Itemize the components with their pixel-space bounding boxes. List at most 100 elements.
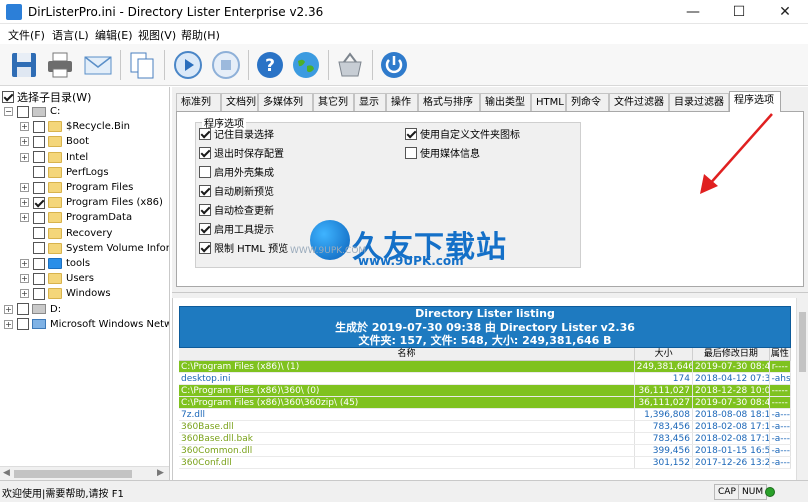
scroll-left-icon[interactable]: ◀ bbox=[3, 468, 10, 478]
copy-icon[interactable] bbox=[126, 49, 158, 81]
menu-view[interactable]: 视图(V) bbox=[138, 27, 176, 43]
tree-item-tools[interactable]: + tools bbox=[20, 256, 90, 271]
option-left-0[interactable]: 记住目录选择 bbox=[199, 126, 274, 141]
expand-icon[interactable]: + bbox=[20, 152, 29, 162]
expand-icon[interactable]: + bbox=[4, 319, 13, 329]
tab-5[interactable]: 操作 bbox=[386, 93, 418, 111]
tree-item-program-files[interactable]: + Program Files bbox=[20, 180, 133, 195]
option-left-3[interactable]: 自动刷新预览 bbox=[199, 183, 274, 198]
report-cell-name[interactable]: 360Base.dll.bak bbox=[179, 433, 635, 444]
expand-icon[interactable]: + bbox=[20, 122, 29, 132]
scrollbar-thumb[interactable] bbox=[14, 470, 132, 478]
basket-icon[interactable] bbox=[334, 49, 366, 81]
tree-item-intel[interactable]: + Intel bbox=[20, 150, 88, 165]
expand-icon[interactable]: + bbox=[20, 183, 29, 192]
tree-item-users[interactable]: + Users bbox=[20, 271, 94, 286]
tree-checkbox[interactable] bbox=[33, 135, 45, 148]
stop-icon[interactable] bbox=[210, 49, 242, 81]
option-left-2[interactable]: 启用外壳集成 bbox=[199, 164, 274, 179]
tree-item-recovery[interactable]: Recovery bbox=[20, 226, 112, 241]
scroll-right-icon[interactable]: ▶ bbox=[157, 468, 164, 478]
option-checkbox[interactable] bbox=[199, 241, 211, 254]
tab-10[interactable]: 文件过滤器 bbox=[609, 93, 669, 111]
tab-1[interactable]: 文档列 bbox=[221, 93, 258, 111]
tree-checkbox[interactable] bbox=[33, 196, 45, 209]
tree-checkbox[interactable] bbox=[33, 181, 45, 194]
expand-icon[interactable]: + bbox=[20, 137, 29, 147]
menu-help[interactable]: 帮助(H) bbox=[181, 27, 220, 43]
help-icon[interactable]: ? bbox=[254, 49, 286, 81]
collapse-icon[interactable]: − bbox=[4, 107, 13, 116]
tree-horizontal-scrollbar[interactable]: ◀ ▶ bbox=[0, 466, 169, 480]
column-header-attributes[interactable]: 属性 bbox=[770, 348, 791, 360]
tab-2[interactable]: 多媒体列 bbox=[258, 93, 313, 111]
option-checkbox[interactable] bbox=[199, 165, 211, 178]
report-cell-name[interactable]: 360Common.dll bbox=[179, 445, 635, 456]
tree-item-system-volume-informatic[interactable]: System Volume Informatic bbox=[20, 241, 169, 256]
tree-checkbox[interactable] bbox=[33, 166, 45, 179]
menu-language[interactable]: 语言(L) bbox=[52, 27, 89, 43]
maximize-button[interactable]: ☐ bbox=[716, 0, 762, 24]
tab-7[interactable]: 输出类型 bbox=[480, 93, 531, 111]
minimize-button[interactable]: — bbox=[670, 0, 716, 24]
tab-9[interactable]: 列命令 bbox=[566, 93, 609, 111]
column-header-date[interactable]: 最后修改日期 bbox=[693, 348, 770, 360]
email-icon[interactable] bbox=[82, 49, 114, 81]
close-button[interactable]: ✕ bbox=[762, 0, 808, 24]
tree-item-boot[interactable]: + Boot bbox=[20, 134, 89, 149]
tab-3[interactable]: 其它列 bbox=[313, 93, 354, 111]
option-left-1[interactable]: 退出时保存配置 bbox=[199, 145, 284, 160]
select-subdirs-option[interactable]: 选择子目录(W) bbox=[2, 89, 91, 105]
tree-item-perflogs[interactable]: PerfLogs bbox=[20, 165, 109, 180]
option-right-1[interactable]: 使用媒体信息 bbox=[405, 145, 480, 160]
tree-checkbox[interactable] bbox=[17, 318, 29, 331]
tab-4[interactable]: 显示 bbox=[354, 93, 386, 111]
expand-icon[interactable]: + bbox=[20, 274, 29, 284]
column-header-size[interactable]: 大小 bbox=[635, 348, 694, 360]
tree-checkbox[interactable] bbox=[33, 257, 45, 270]
scrollbar-thumb[interactable] bbox=[799, 312, 806, 372]
option-left-6[interactable]: 限制 HTML 预览 bbox=[199, 240, 288, 255]
tab-6[interactable]: 格式与排序 bbox=[418, 93, 480, 111]
tree-checkbox[interactable] bbox=[33, 227, 45, 240]
expand-icon[interactable]: + bbox=[20, 198, 29, 208]
option-checkbox[interactable] bbox=[405, 127, 417, 140]
tab-0[interactable]: 标准列 bbox=[176, 93, 221, 111]
expand-icon[interactable]: + bbox=[20, 213, 29, 223]
menu-file[interactable]: 文件(F) bbox=[8, 27, 45, 43]
tree-checkbox[interactable] bbox=[33, 211, 45, 224]
tree-checkbox[interactable] bbox=[33, 151, 45, 164]
power-icon[interactable] bbox=[378, 49, 410, 81]
tree-item-recycle-bin[interactable]: + $Recycle.Bin bbox=[20, 119, 130, 134]
tree-checkbox[interactable] bbox=[33, 242, 45, 255]
expand-icon[interactable]: + bbox=[20, 289, 29, 299]
tree-item-programdata[interactable]: + ProgramData bbox=[20, 210, 132, 225]
option-left-4[interactable]: 自动检查更新 bbox=[199, 202, 274, 217]
tree-checkbox[interactable] bbox=[33, 120, 45, 133]
option-checkbox[interactable] bbox=[199, 203, 211, 216]
expand-icon[interactable]: + bbox=[4, 304, 13, 314]
tree-item-microsoft-windows-network[interactable]: + Microsoft Windows Network bbox=[4, 317, 169, 332]
option-checkbox[interactable] bbox=[199, 184, 211, 197]
tree-item-program-files-x86[interactable]: + Program Files (x86) bbox=[20, 195, 163, 210]
column-header-name[interactable]: 名称 bbox=[179, 348, 636, 360]
option-right-0[interactable]: 使用自定义文件夹图标 bbox=[405, 126, 520, 141]
tree-checkbox[interactable] bbox=[33, 272, 45, 285]
report-cell-name[interactable]: 7z.dll bbox=[179, 409, 635, 420]
option-checkbox[interactable] bbox=[199, 146, 211, 159]
option-checkbox[interactable] bbox=[405, 146, 417, 159]
report-cell-name[interactable]: 360Base.dll bbox=[179, 421, 635, 432]
tree-checkbox[interactable] bbox=[33, 287, 45, 300]
option-checkbox[interactable] bbox=[199, 222, 211, 235]
report-vertical-scrollbar[interactable] bbox=[796, 298, 808, 480]
select-subdirs-checkbox[interactable] bbox=[2, 91, 14, 103]
tab-12[interactable]: 程序选项 bbox=[729, 91, 781, 112]
report-cell-name[interactable]: 360Conf.dll bbox=[179, 457, 635, 468]
tree-checkbox[interactable] bbox=[17, 105, 29, 118]
print-icon[interactable] bbox=[44, 49, 76, 81]
tree-item-c[interactable]: − C: bbox=[4, 104, 60, 119]
save-icon[interactable] bbox=[8, 49, 40, 81]
tab-8[interactable]: HTML bbox=[531, 93, 566, 111]
expand-icon[interactable]: + bbox=[20, 259, 29, 268]
tree-item-windows[interactable]: + Windows bbox=[20, 286, 111, 301]
